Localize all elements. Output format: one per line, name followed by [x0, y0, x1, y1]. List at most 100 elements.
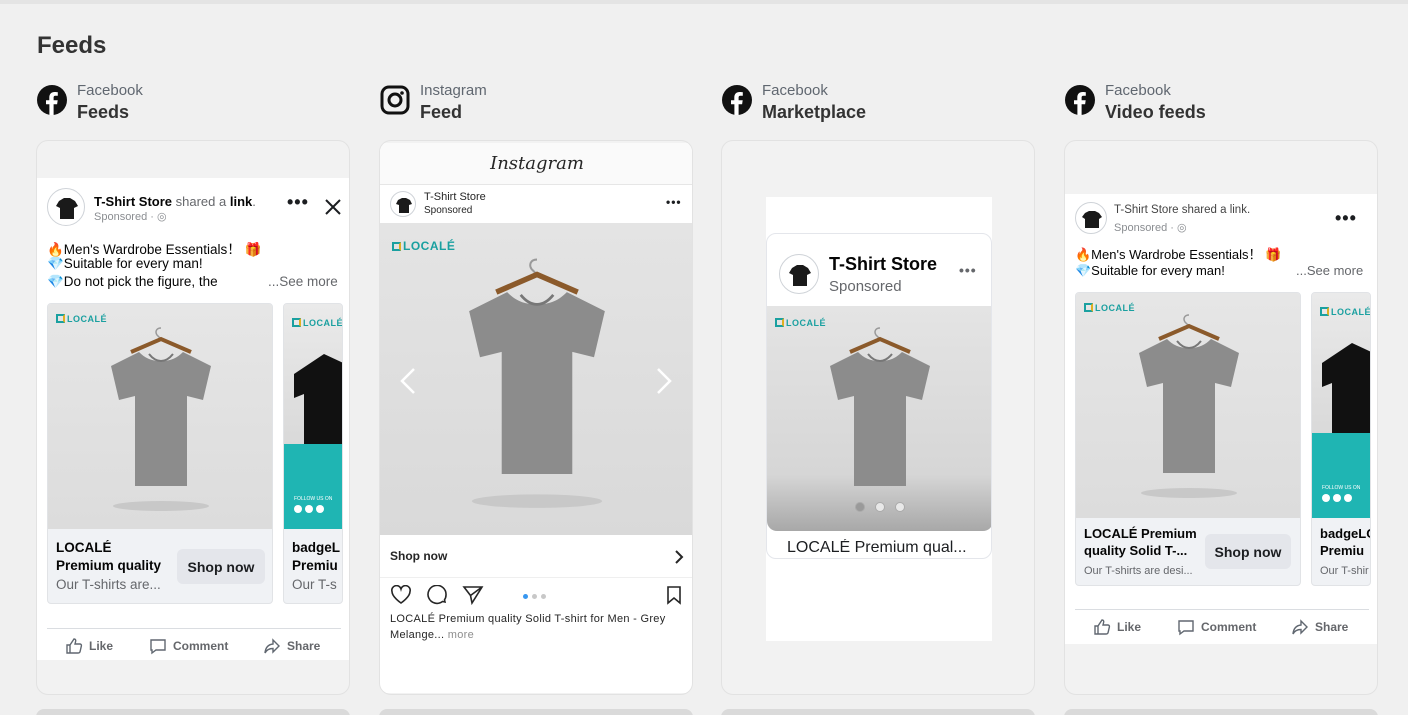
caption: LOCALÉ Premium quality Solid T-shirt for…	[390, 613, 666, 641]
listing-title: LOCALÉ Premium qual...	[787, 539, 967, 556]
like-button[interactable]: Like	[1093, 618, 1141, 636]
facebook-post: T-Shirt Store shared a link. Sponsored ·…	[37, 178, 349, 660]
platform-label: Facebook	[77, 82, 143, 99]
heart-icon[interactable]	[390, 585, 412, 605]
shop-now-button[interactable]: Shop now	[177, 549, 265, 584]
more-options-icon[interactable]: •••	[287, 192, 309, 213]
instagram-post: Instagram T-Shirt Store Sponsored ••• LO…	[380, 143, 692, 693]
card-title: Premiu	[292, 558, 338, 573]
facebook-icon	[1065, 85, 1095, 115]
preview-card-instagram-feed[interactable]: Instagram T-Shirt Store Sponsored ••• LO…	[379, 140, 693, 695]
marketplace-listing[interactable]: T-Shirt Store Sponsored ••• LOCALÉ LOCAL…	[766, 233, 992, 559]
like-button[interactable]: Like	[65, 637, 113, 655]
more-options-icon[interactable]: •••	[959, 262, 977, 278]
product-image: LOCALÉ	[767, 306, 991, 531]
shop-now-button[interactable]: Shop now	[1205, 534, 1291, 569]
like-icon	[66, 638, 83, 654]
column-header-facebook-marketplace: Facebook Marketplace	[722, 80, 1022, 128]
card-title: quality Solid T-...	[1084, 543, 1188, 558]
close-icon[interactable]	[324, 198, 342, 216]
instagram-wordmark: Instagram	[490, 153, 584, 174]
avatar	[47, 188, 85, 226]
sponsored-label: Sponsored · ◎	[94, 211, 167, 223]
chevron-right-icon[interactable]	[656, 367, 672, 395]
shop-now-label: Shop now	[390, 549, 448, 563]
send-icon[interactable]	[462, 585, 484, 605]
share-button[interactable]: Share	[263, 637, 320, 655]
next-row-card	[379, 709, 693, 715]
carousel-dot	[895, 502, 905, 512]
tshirt-image	[469, 258, 605, 508]
link-word[interactable]: link	[230, 194, 252, 209]
next-row-card	[36, 709, 350, 715]
carousel-card[interactable]: LOCALÉ LOCALÉ Premium quality Our T-shir…	[47, 303, 273, 604]
tshirt-image	[830, 327, 930, 486]
facebook-post: T-Shirt Store shared a link. Sponsored ·…	[1065, 194, 1377, 644]
chevron-right-icon	[675, 550, 684, 564]
platform-label: Facebook	[762, 82, 828, 99]
store-name[interactable]: T-Shirt Store	[94, 194, 172, 209]
follow-text: FOLLOW US ON	[1322, 485, 1361, 491]
card-title: badgeL	[292, 540, 341, 555]
carousel-dot	[875, 502, 885, 512]
column-header-facebook-feeds: Facebook Feeds	[37, 80, 337, 128]
chevron-left-icon[interactable]	[400, 367, 416, 395]
see-more-link[interactable]: ...See more	[268, 274, 338, 289]
sponsored-label: Sponsored	[829, 278, 902, 295]
platform-label: Facebook	[1105, 82, 1171, 99]
card-description: Our T-shirts are...	[56, 577, 161, 592]
comment-icon[interactable]	[426, 585, 448, 605]
more-link[interactable]: more	[448, 629, 474, 641]
next-row-card	[1064, 709, 1378, 715]
platform-label: Instagram	[420, 82, 487, 99]
bookmark-icon[interactable]	[666, 585, 682, 605]
comment-icon	[1178, 620, 1194, 636]
carousel-dot	[532, 594, 537, 599]
carousel-card[interactable]: LOCALÉ FOLLOW US ON badgeLO Premiu Our T…	[1311, 292, 1371, 586]
carousel-dot	[855, 502, 865, 512]
see-more-link[interactable]: ...See more	[1296, 263, 1363, 278]
sponsored-label: Sponsored · ◎	[1114, 222, 1187, 234]
avatar	[1075, 202, 1107, 234]
brand-logo: LOCALÉ	[1320, 307, 1370, 317]
card-title: Premiu	[1320, 543, 1365, 558]
card-title: LOCALÉ	[56, 540, 112, 555]
social-icons	[294, 505, 324, 513]
preview-card-facebook-video-feeds[interactable]: T-Shirt Store shared a link. Sponsored ·…	[1064, 140, 1378, 695]
comment-button[interactable]: Comment	[1177, 618, 1256, 636]
post-header: T-Shirt Store shared a link.	[1114, 204, 1251, 216]
brand-logo: LOCALÉ	[292, 318, 342, 328]
store-name[interactable]: T-Shirt Store	[829, 254, 937, 275]
share-icon	[264, 638, 280, 654]
placement-label: Feed	[420, 102, 463, 122]
post-text-line: 💎Do not pick the figure, the	[47, 274, 218, 289]
column-header-facebook-video-feeds: Facebook Video feeds	[1065, 80, 1365, 128]
action-bar: Like Comment Share	[1075, 609, 1369, 644]
avatar	[779, 254, 819, 294]
facebook-icon	[722, 85, 752, 115]
placement-label: Feeds	[77, 102, 130, 122]
card-title: Premium quality	[56, 558, 162, 573]
preview-card-facebook-feeds[interactable]: T-Shirt Store shared a link. Sponsored ·…	[36, 140, 350, 695]
carousel-card[interactable]: LOCALÉ FOLLOW US ON badgeL Premiu Our T-…	[283, 303, 343, 604]
like-icon	[1094, 619, 1111, 635]
more-options-icon[interactable]: •••	[1335, 208, 1357, 229]
comment-button[interactable]: Comment	[149, 637, 228, 655]
card-description: Our T-s	[292, 577, 337, 592]
share-button[interactable]: Share	[1291, 618, 1348, 636]
comment-icon	[150, 639, 166, 655]
section-title: Feeds	[37, 32, 107, 59]
shop-now-row[interactable]: Shop now	[380, 536, 692, 578]
action-bar: Like Comment Share	[47, 628, 341, 660]
card-description: Our T-shir	[1320, 565, 1369, 577]
preview-card-facebook-marketplace[interactable]: T-Shirt Store Sponsored ••• LOCALÉ LOCAL…	[721, 140, 1035, 695]
column-header-instagram-feed: Instagram Feed	[380, 80, 680, 128]
store-name[interactable]: T-Shirt Store	[424, 191, 486, 203]
placement-label: Marketplace	[762, 102, 867, 122]
more-options-icon[interactable]: •••	[666, 195, 682, 209]
facebook-icon	[37, 85, 67, 115]
card-title: LOCALÉ Premium	[1084, 526, 1197, 541]
post-header: T-Shirt Store shared a link.	[94, 194, 256, 209]
carousel-card[interactable]: LOCALÉ LOCALÉ Premium quality Solid T-..…	[1075, 292, 1301, 586]
top-divider	[0, 0, 1408, 4]
